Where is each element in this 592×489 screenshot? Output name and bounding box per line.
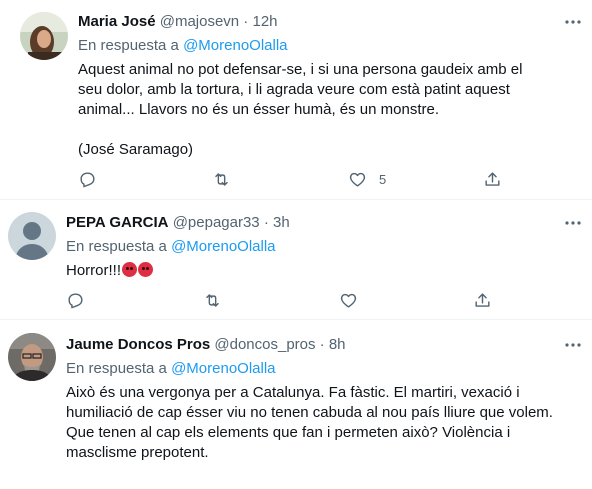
more-options-icon[interactable] [562, 14, 584, 30]
tweet[interactable]: Jaume Doncos Pros @doncos_pros · 8h En r… [0, 321, 592, 489]
retweet-icon [215, 172, 228, 186]
retweet-icon [206, 293, 219, 307]
tweet-text: Horror!!! [66, 262, 122, 279]
like-count: 5 [379, 171, 387, 187]
share-icon [485, 171, 500, 186]
share-icon [475, 292, 490, 307]
reply-button[interactable] [78, 169, 97, 189]
tweet-text: Aquest animal no pot defensar-se, i si u… [78, 61, 523, 158]
author-handle[interactable]: @pepagar33 · 3h [173, 214, 290, 231]
avatar[interactable] [8, 333, 56, 381]
angry-face-icon [122, 262, 138, 277]
author-name[interactable]: PEPA GARCIA [66, 214, 169, 231]
reply-mention[interactable]: @MorenoOlalla [171, 360, 275, 377]
reply-prefix: En respuesta a [78, 37, 179, 54]
retweet-button[interactable] [212, 169, 231, 189]
retweet-button[interactable] [203, 290, 222, 310]
author-handle[interactable]: @doncos_pros · 8h [214, 336, 345, 353]
reply-icon [80, 171, 95, 187]
author-handle[interactable]: @majosevn · 12h [160, 13, 278, 30]
avatar[interactable] [20, 12, 68, 60]
like-button[interactable] [339, 290, 358, 310]
tweet[interactable]: Maria José @majosevn · 12h En respuesta … [0, 0, 592, 200]
reply-prefix: En respuesta a [66, 360, 167, 377]
reply-prefix: En respuesta a [66, 238, 167, 255]
reply-mention[interactable]: @MorenoOlalla [171, 238, 275, 255]
reply-button[interactable] [66, 290, 85, 310]
angry-face-icon [138, 262, 154, 277]
heart-icon [349, 172, 366, 187]
avatar[interactable] [8, 212, 56, 260]
heart-icon [340, 293, 357, 308]
reply-mention[interactable]: @MorenoOlalla [183, 37, 287, 54]
more-options-icon[interactable] [562, 337, 584, 353]
author-name[interactable]: Jaume Doncos Pros [66, 336, 210, 353]
share-button[interactable] [483, 169, 502, 189]
share-button[interactable] [473, 290, 492, 310]
more-options-icon[interactable] [562, 215, 584, 231]
author-name[interactable]: Maria José [78, 13, 156, 30]
tweet[interactable]: PEPA GARCIA @pepagar33 · 3h En respuesta… [0, 200, 592, 320]
tweet-text: Això és una vergonya per a Catalunya. Fa… [66, 384, 553, 461]
reply-icon [68, 292, 83, 308]
like-button[interactable]: 5 [348, 169, 386, 189]
